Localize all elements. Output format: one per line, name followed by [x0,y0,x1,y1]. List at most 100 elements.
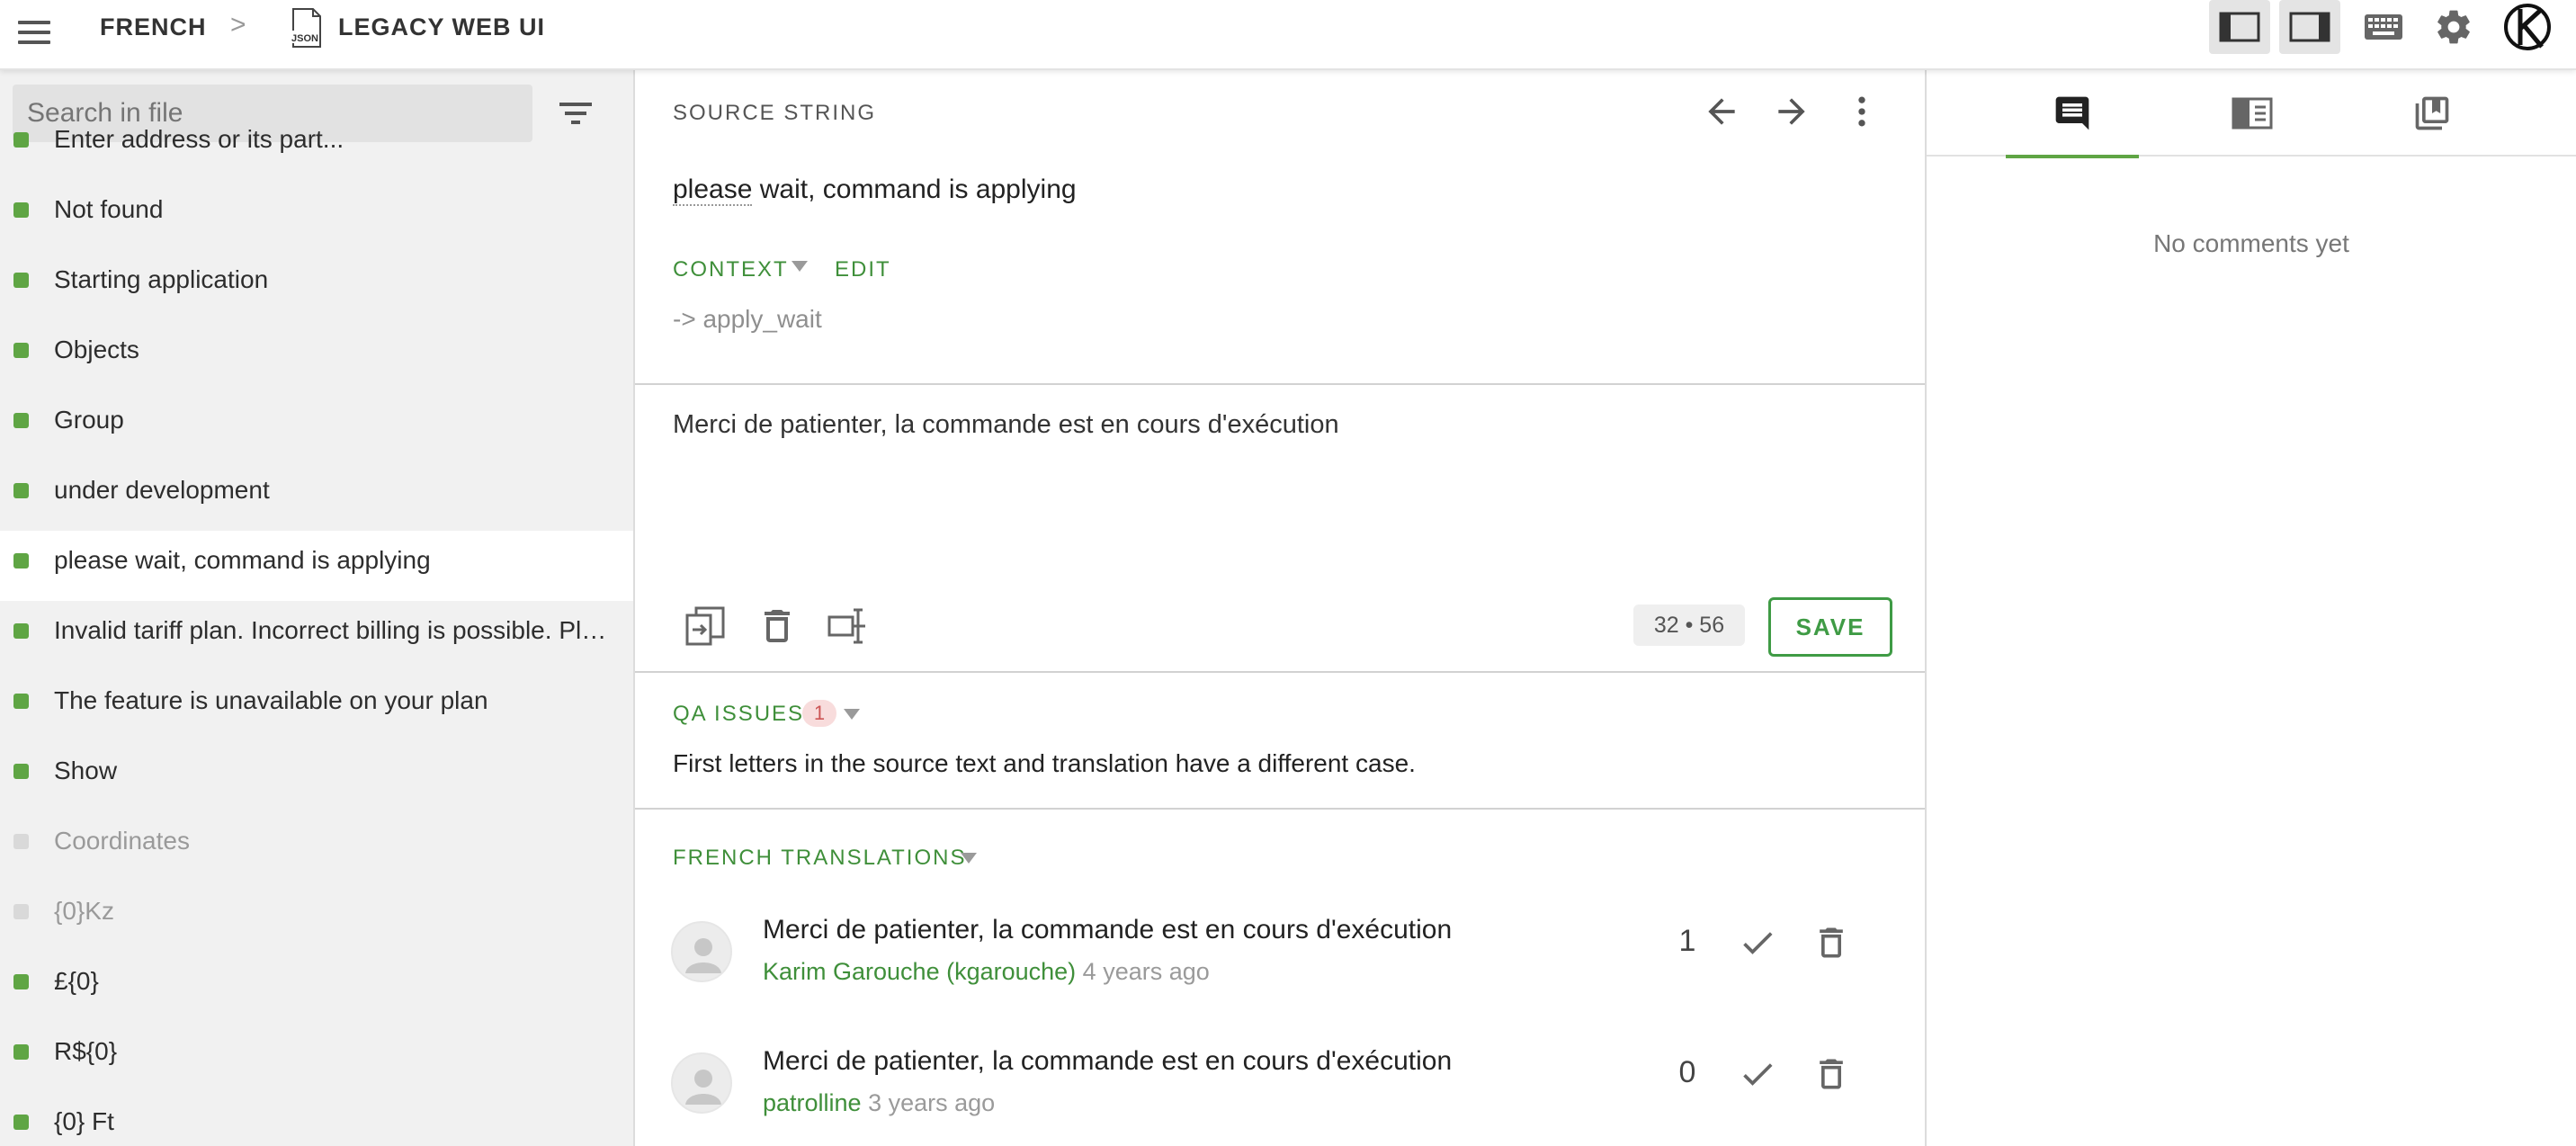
keyboard-icon[interactable] [2353,0,2414,54]
list-item[interactable]: Starting application [0,250,633,320]
source-word-highlight[interactable]: please [673,175,753,206]
library-icon [2415,96,2449,130]
list-item[interactable]: Not found [0,180,633,250]
svg-text:JSON: JSON [291,33,318,44]
list-item-label: Coordinates [54,827,190,855]
translations-heading[interactable]: FRENCH TRANSLATIONS [673,846,966,871]
status-dot [13,132,29,148]
approve-check-icon[interactable] [1738,1054,1777,1094]
list-item-label: Starting application [54,265,269,293]
list-item-label: {0} Ft [54,1107,114,1135]
list-item[interactable]: £{0} [0,952,633,1022]
status-dot [13,764,29,779]
special-chars-icon[interactable] [826,604,869,648]
right-panel-toggle-icon[interactable] [2279,0,2340,54]
edit-context-link[interactable]: EDIT [835,257,891,282]
status-dot [13,974,29,989]
suggestion-author[interactable]: Karim Garouche (kgarouche) [763,958,1076,985]
more-vertical-icon[interactable] [1842,92,1882,131]
status-dot [13,694,29,709]
status-dot [13,343,29,358]
comments-panel: No comments yet [1927,70,2576,1146]
suggestion-time: 3 years ago [868,1089,996,1116]
translation-textarea[interactable]: Merci de patienter, la commande est en c… [673,408,1339,441]
string-list: Enter address or its part... Not found S… [0,125,633,1146]
list-item[interactable]: Group [0,390,633,461]
status-dot [13,413,29,428]
list-item[interactable]: Show [0,741,633,811]
copy-source-icon[interactable] [684,604,727,648]
breadcrumb-separator: > [230,10,246,40]
status-dot [13,202,29,218]
list-item-label: Group [54,406,124,434]
status-dot [13,273,29,288]
list-item[interactable]: R${0} [0,1022,633,1092]
status-dot [13,553,29,569]
suggestion-text[interactable]: Merci de patienter, la commande est en c… [763,914,1452,946]
comment-icon [2055,96,2089,130]
translations-dropdown-icon[interactable] [961,853,977,864]
arrow-right-icon[interactable] [1772,92,1811,131]
context-toggle[interactable]: CONTEXT [673,257,789,282]
approve-check-icon[interactable] [1738,923,1777,962]
source-string-text: please wait, command is applying [673,174,1077,206]
tab-terms[interactable] [2186,70,2319,157]
list-item-selected[interactable]: please wait, command is applying [0,531,633,601]
left-panel-toggle-icon[interactable] [2209,0,2270,54]
arrow-left-icon[interactable] [1702,92,1741,131]
qa-count-badge: 1 [802,700,836,727]
status-dot [13,1115,29,1130]
trash-icon[interactable] [756,604,799,648]
hamburger-icon[interactable] [16,15,52,51]
strings-sidebar: Enter address or its part... Not found S… [0,70,633,1146]
context-value: -> apply_wait [673,305,822,333]
divider [635,383,1925,385]
list-item[interactable]: The feature is unavailable on your plan [0,671,633,741]
list-item-label: Enter address or its part... [54,125,344,153]
list-item-label: The feature is unavailable on your plan [54,686,488,714]
list-item[interactable]: under development [0,461,633,531]
delete-trash-icon[interactable] [1811,1052,1851,1096]
status-dot [13,834,29,849]
list-item[interactable]: Coordinates [0,811,633,882]
gear-icon[interactable] [2423,0,2484,54]
top-bar: FRENCH > JSON LEGACY WEB UI [0,0,2576,70]
suggestion-time: 4 years ago [1082,958,1210,985]
list-item-label: Invalid tariff plan. Incorrect billing i… [54,616,612,644]
list-item-label: R${0} [54,1037,118,1065]
list-item[interactable]: Objects [0,320,633,390]
translation-suggestion: Merci de patienter, la commande est en c… [635,914,1928,1040]
character-counter: 32 • 56 [1633,604,1745,646]
breadcrumb-file[interactable]: LEGACY WEB UI [338,13,545,41]
avatar [671,1052,732,1114]
list-item[interactable]: Invalid tariff plan. Incorrect billing i… [0,601,633,671]
suggestion-text[interactable]: Merci de patienter, la commande est en c… [763,1045,1452,1078]
list-item[interactable]: {0} Ft [0,1092,633,1146]
source-text-rest: wait, command is applying [752,175,1077,204]
side-tabs [1927,70,2576,158]
list-item-label: Show [54,757,118,784]
user-avatar-icon[interactable] [2502,2,2553,52]
list-item[interactable]: Enter address or its part... [0,110,633,180]
translation-suggestion: Merci de patienter, la commande est en c… [635,1045,1928,1146]
delete-trash-icon[interactable] [1811,921,1851,964]
book-icon [2232,97,2273,130]
status-dot [13,623,29,639]
suggestion-meta: Karim Garouche (kgarouche) 4 years ago [763,957,1210,986]
list-item-label: {0}Kz [54,897,114,925]
qa-dropdown-icon[interactable] [844,709,860,720]
breadcrumb-language[interactable]: FRENCH [100,13,207,41]
list-item-label: £{0} [54,967,99,995]
save-button[interactable]: SAVE [1768,597,1892,657]
status-dot [13,483,29,498]
context-dropdown-icon[interactable] [792,261,808,272]
suggestion-meta: patrolline 3 years ago [763,1088,995,1117]
tab-comments[interactable] [2006,70,2139,158]
suggestion-author[interactable]: patrolline [763,1089,862,1116]
list-item-label: under development [54,476,270,504]
list-item-label: Not found [54,195,164,223]
vote-count: 0 [1678,1055,1696,1089]
qa-issues-toggle[interactable]: QA ISSUES [673,702,804,727]
list-item[interactable]: {0}Kz [0,882,633,952]
tab-translation-memory[interactable] [2366,70,2499,157]
